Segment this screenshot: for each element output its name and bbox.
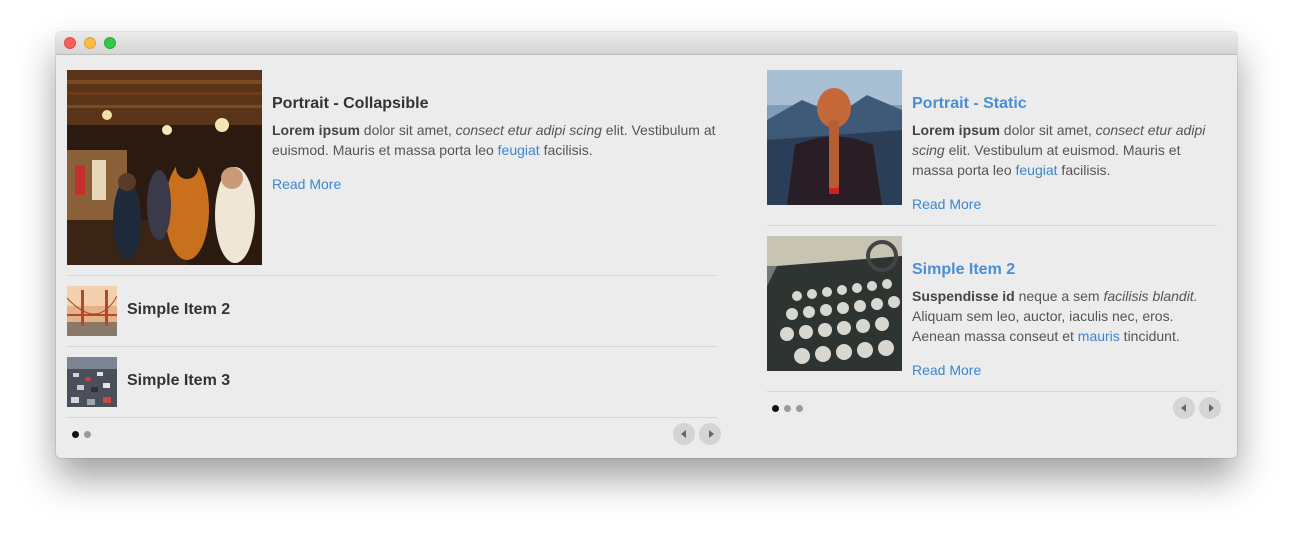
pager-dot[interactable] xyxy=(772,405,779,412)
featured-title[interactable]: Portrait - Collapsible xyxy=(272,95,428,113)
item-description: Lorem ipsum dolor sit amet, consect etur… xyxy=(912,120,1217,180)
previous-arrow-button[interactable] xyxy=(1173,397,1195,419)
divider xyxy=(767,391,1217,392)
read-more-link[interactable]: Read More xyxy=(272,176,341,192)
description-text: dolor sit amet, xyxy=(359,122,456,138)
close-window-button[interactable] xyxy=(64,37,76,49)
description-italic: consect etur adipi scing xyxy=(455,122,602,138)
bridge-thumbnail[interactable] xyxy=(67,286,117,336)
traffic-thumbnail[interactable] xyxy=(67,357,117,407)
divider xyxy=(67,346,717,347)
divider xyxy=(767,225,1217,226)
read-more-link[interactable]: Read More xyxy=(912,362,981,378)
description-link[interactable]: feugiat xyxy=(498,142,540,158)
minimize-window-button[interactable] xyxy=(84,37,96,49)
item-title[interactable]: Simple Item 2 xyxy=(912,261,1015,279)
featured-description: Lorem ipsum dolor sit amet, consect etur… xyxy=(272,120,722,160)
read-more-link[interactable]: Read More xyxy=(912,196,981,212)
next-arrow-button[interactable] xyxy=(1199,397,1221,419)
item-title[interactable]: Portrait - Static xyxy=(912,95,1027,113)
divider xyxy=(67,417,717,418)
pager-dot[interactable] xyxy=(84,431,91,438)
description-text: tincidunt. xyxy=(1119,328,1180,344)
description-bold: Suspendisse id xyxy=(912,288,1015,304)
description-text: neque a sem xyxy=(1014,288,1104,304)
pager-dot[interactable] xyxy=(72,431,79,438)
typewriter-image[interactable] xyxy=(767,236,902,371)
previous-arrow-button[interactable] xyxy=(673,423,695,445)
description-text: facilisis. xyxy=(1057,162,1111,178)
divider xyxy=(67,275,717,276)
description-text: dolor sit amet, xyxy=(999,122,1096,138)
description-text: facilisis. xyxy=(539,142,593,158)
portrait-braid-image[interactable] xyxy=(767,70,902,205)
pager-dot[interactable] xyxy=(784,405,791,412)
app-window: Portrait - Collapsible Lorem ipsum dolor… xyxy=(56,32,1237,458)
next-arrow-button[interactable] xyxy=(699,423,721,445)
description-bold: Lorem ipsum xyxy=(272,122,360,138)
bar-scene-image[interactable] xyxy=(67,70,262,265)
description-italic: facilisis blandit. xyxy=(1103,288,1198,304)
description-link[interactable]: mauris xyxy=(1078,328,1120,344)
item-description: Suspendisse id neque a sem facilisis bla… xyxy=(912,286,1217,346)
list-item-title[interactable]: Simple Item 3 xyxy=(127,372,230,390)
title-bar xyxy=(56,32,1237,55)
window-content: Portrait - Collapsible Lorem ipsum dolor… xyxy=(56,55,1237,458)
maximize-window-button[interactable] xyxy=(104,37,116,49)
pager-dot[interactable] xyxy=(796,405,803,412)
description-bold: Lorem ipsum xyxy=(912,122,1000,138)
description-link[interactable]: feugiat xyxy=(1016,162,1058,178)
list-item-title[interactable]: Simple Item 2 xyxy=(127,301,230,319)
